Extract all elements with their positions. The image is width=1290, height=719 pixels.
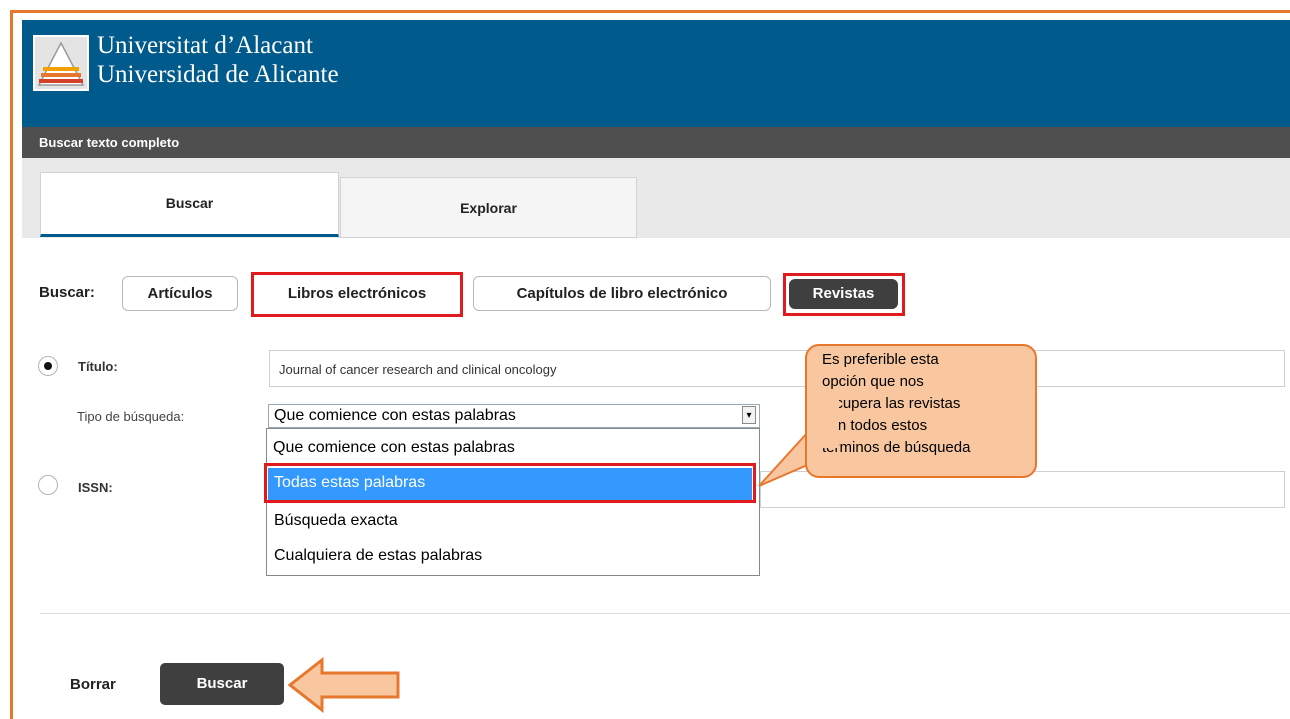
search-type-libros-button[interactable]: Libros electrónicos: [257, 276, 457, 311]
search-type-capitulos-button[interactable]: Capítulos de libro electrónico: [473, 276, 771, 311]
university-name[interactable]: Universitat d’Alacant Universidad de Ali…: [97, 31, 339, 89]
callout-line: opción que nos: [822, 373, 924, 390]
annotation-callout: Es preferible esta opción que nos recupe…: [805, 344, 1037, 478]
dropdown-option[interactable]: Que comience con estas palabras: [273, 439, 515, 457]
brand-line-2: Universidad de Alicante: [97, 61, 339, 88]
dropdown-option[interactable]: Cualquiera de estas palabras: [274, 547, 482, 565]
section-bar: Buscar texto completo: [22, 127, 1290, 158]
search-button[interactable]: Buscar: [160, 663, 284, 705]
search-type-label: Buscar:: [39, 284, 95, 301]
divider: [40, 613, 1290, 614]
callout-line: términos de búsqueda: [822, 439, 971, 456]
issn-radio[interactable]: [38, 475, 58, 495]
callout-line: con todos estos: [822, 417, 928, 434]
match-type-select[interactable]: Que comience con estas palabras: [268, 404, 760, 428]
callout-line: Es preferible esta: [822, 351, 939, 368]
title-label: Título:: [78, 359, 118, 374]
title-input[interactable]: Journal of cancer research and clinical …: [269, 350, 1285, 387]
title-radio[interactable]: [38, 356, 58, 376]
annotation-frame-top: [10, 10, 1290, 13]
dropdown-option[interactable]: Búsqueda exacta: [274, 512, 398, 530]
brand-line-1: Universitat d’Alacant: [97, 32, 313, 59]
issn-label: ISSN:: [78, 480, 113, 495]
section-title: Buscar texto completo: [39, 135, 180, 150]
search-type-revistas-button[interactable]: Revistas: [789, 279, 898, 309]
tab-buscar[interactable]: Buscar: [40, 172, 339, 237]
callout-pointer-joint: [819, 398, 839, 448]
callout-line: recupera las revistas: [822, 395, 961, 412]
search-type-articulos-button[interactable]: Artículos: [122, 276, 238, 311]
clear-button[interactable]: Borrar: [70, 676, 116, 693]
match-type-label: Tipo de búsqueda:: [77, 409, 185, 424]
arrow-left-icon: [288, 657, 400, 713]
highlight-box-todas: [264, 463, 756, 503]
annotation-frame-left: [10, 10, 13, 719]
university-logo-icon: [33, 35, 89, 91]
tab-explorar[interactable]: Explorar: [340, 177, 637, 238]
